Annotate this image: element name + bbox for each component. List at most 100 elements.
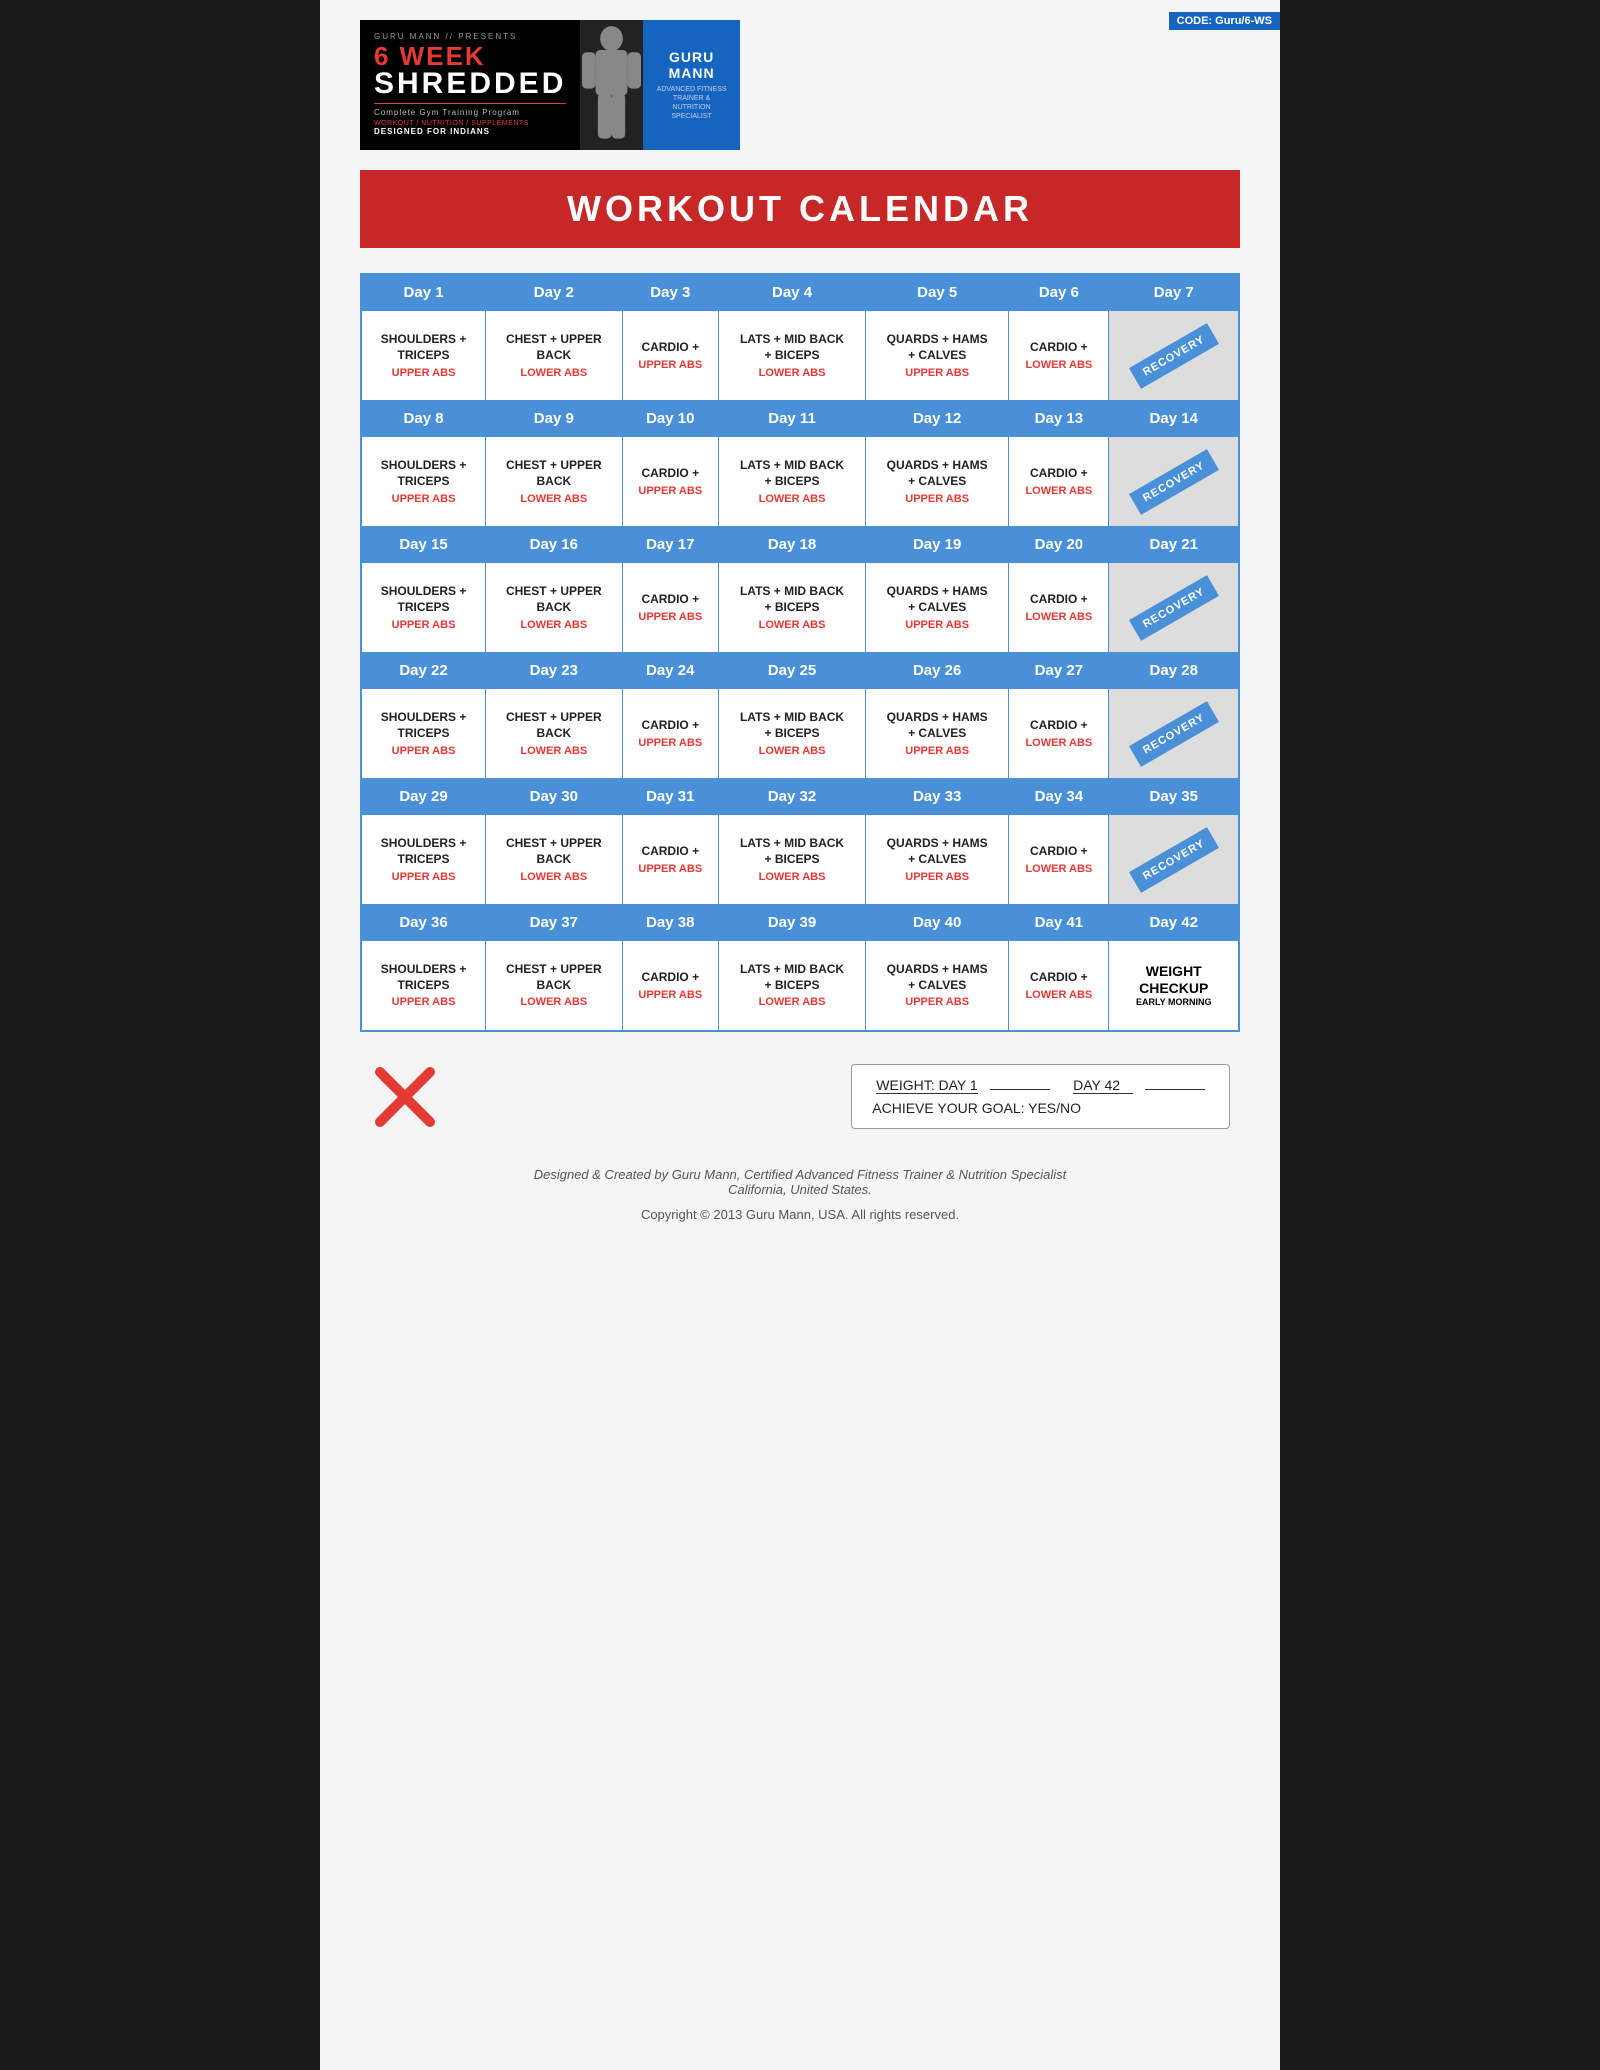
cell-sub-text: LOWER ABS bbox=[1015, 863, 1102, 875]
calendar-cell: CARDIO + LOWER ABS bbox=[1009, 437, 1109, 527]
day-header: Day 8 bbox=[361, 401, 486, 437]
cell-main-text: CARDIO + bbox=[629, 718, 712, 734]
cell-sub-text: UPPER ABS bbox=[872, 367, 1002, 379]
cell-main-text: LATS + MID BACK+ BICEPS bbox=[725, 584, 859, 615]
cell-sub-text: LOWER ABS bbox=[492, 367, 616, 379]
cell-main-text: LATS + MID BACK+ BICEPS bbox=[725, 710, 859, 741]
day-header: Day 26 bbox=[866, 653, 1009, 689]
calendar-cell: RECOVERY bbox=[1109, 437, 1239, 527]
title-bar: WORKOUT CALENDAR bbox=[360, 170, 1240, 248]
calendar-cell: CARDIO + UPPER ABS bbox=[622, 689, 718, 779]
day-header: Day 37 bbox=[486, 905, 623, 941]
day-header: Day 28 bbox=[1109, 653, 1239, 689]
cell-main-text: CARDIO + bbox=[1015, 592, 1102, 608]
calendar-cell: CARDIO + UPPER ABS bbox=[622, 563, 718, 653]
cell-main-text: CHEST + UPPERBACK bbox=[492, 458, 616, 489]
cell-main-text: CHEST + UPPERBACK bbox=[492, 584, 616, 615]
day-header: Day 19 bbox=[866, 527, 1009, 563]
designed-footer: Designed & Created by Guru Mann, Certifi… bbox=[360, 1167, 1240, 1197]
calendar-cell: LATS + MID BACK+ BICEPSLOWER ABS bbox=[719, 311, 866, 401]
cell-main-text: LATS + MID BACK+ BICEPS bbox=[725, 962, 859, 993]
cell-sub-text: LOWER ABS bbox=[1015, 737, 1102, 749]
day-header: Day 29 bbox=[361, 779, 486, 815]
cell-main-text: CARDIO + bbox=[1015, 844, 1102, 860]
day-header: Day 39 bbox=[719, 905, 866, 941]
calendar-cell: QUARDS + HAMS+ CALVES UPPER ABS bbox=[866, 563, 1009, 653]
day-header: Day 33 bbox=[866, 779, 1009, 815]
day-header: Day 11 bbox=[719, 401, 866, 437]
day-header: Day 9 bbox=[486, 401, 623, 437]
day-header: Day 6 bbox=[1009, 274, 1109, 311]
calendar-cell: CARDIO + LOWER ABS bbox=[1009, 815, 1109, 905]
day-header: Day 40 bbox=[866, 905, 1009, 941]
calendar-cell: LATS + MID BACK+ BICEPSLOWER ABS bbox=[719, 437, 866, 527]
calendar-cell: CARDIO +LOWER ABS bbox=[1009, 563, 1109, 653]
cell-main-text: CARDIO + bbox=[629, 844, 712, 860]
trainer-name: GURU MANN bbox=[653, 49, 730, 81]
cell-main-text: CARDIO + bbox=[1015, 466, 1102, 482]
cell-main-text: CHEST + UPPERBACK bbox=[492, 710, 616, 741]
cell-sub-text: UPPER ABS bbox=[629, 737, 712, 749]
calendar-cell: SHOULDERS +TRICEPSUPPER ABS bbox=[361, 437, 486, 527]
day-header: Day 10 bbox=[622, 401, 718, 437]
cell-main-text: SHOULDERS +TRICEPS bbox=[368, 710, 479, 741]
calendar-cell: CARDIO +UPPER ABS bbox=[622, 815, 718, 905]
day-header: Day 3 bbox=[622, 274, 718, 311]
cell-main-text: SHOULDERS +TRICEPS bbox=[368, 584, 479, 615]
cell-main-text: SHOULDERS +TRICEPS bbox=[368, 332, 479, 363]
cell-sub-text: LOWER ABS bbox=[725, 871, 859, 883]
calendar-cell: CHEST + UPPERBACK LOWER ABS bbox=[486, 941, 623, 1031]
recovery-badge: RECOVERY bbox=[1129, 701, 1219, 767]
cell-sub-text: LOWER ABS bbox=[492, 996, 616, 1008]
day-header: Day 41 bbox=[1009, 905, 1109, 941]
calendar-cell: CHEST + UPPERBACKLOWER ABS bbox=[486, 815, 623, 905]
cell-main-text: QUARDS + HAMS+ CALVES bbox=[872, 962, 1002, 993]
calendar-cell: QUARDS + HAMS+ CALVES UPPER ABS bbox=[866, 941, 1009, 1031]
cell-sub-text: LOWER ABS bbox=[725, 745, 859, 757]
calendar-cell: LATS + MID BACK+ BICEPS LOWER ABS bbox=[719, 563, 866, 653]
cell-sub-text: UPPER ABS bbox=[872, 493, 1002, 505]
cell-sub-text: LOWER ABS bbox=[725, 619, 859, 631]
calendar-cell: CARDIO +LOWER ABS bbox=[1009, 689, 1109, 779]
cell-main-text: CHEST + UPPERBACK bbox=[492, 962, 616, 993]
cell-sub-text: UPPER ABS bbox=[872, 745, 1002, 757]
calendar-cell: CARDIO +UPPER ABS bbox=[622, 311, 718, 401]
cell-sub-text: UPPER ABS bbox=[629, 989, 712, 1001]
cell-main-text: SHOULDERS +TRICEPS bbox=[368, 458, 479, 489]
day-header: Day 25 bbox=[719, 653, 866, 689]
cell-main-text: LATS + MID BACK+ BICEPS bbox=[725, 836, 859, 867]
cell-sub-text: LOWER ABS bbox=[1015, 359, 1102, 371]
calendar-cell: SHOULDERS +TRICEPSUPPER ABS bbox=[361, 311, 486, 401]
cell-main-text: QUARDS + HAMS+ CALVES bbox=[872, 836, 1002, 867]
calendar-cell: SHOULDERS +TRICEPSUPPER ABS bbox=[361, 815, 486, 905]
cell-sub-text: LOWER ABS bbox=[1015, 989, 1102, 1001]
calendar-cell: QUARDS + HAMS+ CALVESUPPER ABS bbox=[866, 311, 1009, 401]
code-badge: CODE: Guru/6-WS bbox=[1169, 12, 1280, 30]
calendar-cell: LATS + MID BACK+ BICEPS LOWER ABS bbox=[719, 689, 866, 779]
day-header: Day 7 bbox=[1109, 274, 1239, 311]
recovery-badge: RECOVERY bbox=[1129, 575, 1219, 641]
calendar-cell: SHOULDERS +TRICEPSUPPER ABS bbox=[361, 941, 486, 1031]
day-header: Day 21 bbox=[1109, 527, 1239, 563]
cell-sub-text: LOWER ABS bbox=[492, 745, 616, 757]
day-header: Day 31 bbox=[622, 779, 718, 815]
day-header: Day 42 bbox=[1109, 905, 1239, 941]
day-header: Day 18 bbox=[719, 527, 866, 563]
cell-main-text: QUARDS + HAMS+ CALVES bbox=[872, 584, 1002, 615]
cell-main-text: CARDIO + bbox=[1015, 970, 1102, 986]
cell-sub-text: UPPER ABS bbox=[629, 611, 712, 623]
calendar-cell: RECOVERY bbox=[1109, 311, 1239, 401]
day-header: Day 4 bbox=[719, 274, 866, 311]
day-header: Day 24 bbox=[622, 653, 718, 689]
cell-main-text: CHEST + UPPERBACK bbox=[492, 332, 616, 363]
calendar-cell: QUARDS + HAMS+ CALVESUPPER ABS bbox=[866, 815, 1009, 905]
cell-sub-text: LOWER ABS bbox=[1015, 485, 1102, 497]
cell-sub-text: UPPER ABS bbox=[872, 996, 1002, 1008]
weight-checkup-content: WEIGHTCHECKUPEARLY MORNING bbox=[1115, 963, 1232, 1007]
cell-main-text: CARDIO + bbox=[629, 592, 712, 608]
day-header: Day 30 bbox=[486, 779, 623, 815]
cell-sub-text: LOWER ABS bbox=[492, 619, 616, 631]
day-header: Day 35 bbox=[1109, 779, 1239, 815]
cell-sub-text: UPPER ABS bbox=[872, 619, 1002, 631]
day-header: Day 23 bbox=[486, 653, 623, 689]
